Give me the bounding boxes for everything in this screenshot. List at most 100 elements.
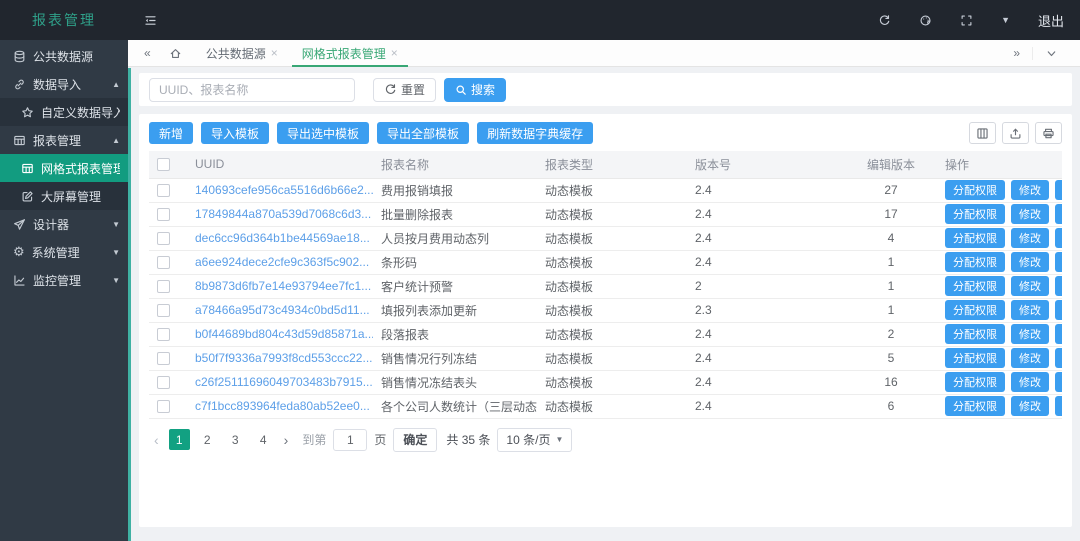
next-page-icon[interactable]: › [281,432,292,448]
edit-version-cell: 4 [845,226,937,250]
row-checkbox[interactable] [157,400,170,413]
print-icon-button[interactable] [1035,122,1062,144]
uuid-link[interactable]: 8b9873d6fb7e14e93794ee7fc1... [195,279,371,293]
uuid-link[interactable]: a78466a95d73c4934c0bd5d11... [195,303,370,317]
export-icon-button[interactable] [1002,122,1029,144]
sidebar-item-设计器[interactable]: 设计器▼ [0,210,128,238]
actions-cell: 分配权限修改删除 [937,370,1062,394]
row-checkbox[interactable] [157,280,170,293]
modify-button[interactable]: 修改 [1011,324,1049,344]
page-button-1[interactable]: 1 [169,429,190,450]
modify-button[interactable]: 修改 [1011,252,1049,272]
assign-permission-button[interactable]: 分配权限 [945,372,1005,392]
select-all-checkbox[interactable] [157,158,170,171]
close-icon[interactable]: × [391,46,398,60]
tab-bar: « 公共数据源×网格式报表管理× » [128,40,1080,67]
reset-button[interactable]: 重置 [373,78,436,102]
tabs-collapse-left-icon[interactable]: « [138,46,157,60]
sidebar-item-数据导入[interactable]: 数据导入▲ [0,70,128,98]
sidebar-item-自定义数据导入[interactable]: 自定义数据导入 [0,98,128,126]
search-input[interactable] [149,78,355,102]
sidebar-item-网格式报表管理[interactable]: 网格式报表管理 [0,154,128,182]
close-icon[interactable]: × [271,46,278,60]
row-checkbox[interactable] [157,328,170,341]
goto-page-input[interactable] [333,429,367,451]
modify-button[interactable]: 修改 [1011,396,1049,416]
sidebar-item-公共数据源[interactable]: 公共数据源 [0,42,128,70]
assign-permission-button[interactable]: 分配权限 [945,204,1005,224]
refresh-icon[interactable] [878,14,891,27]
modify-button[interactable]: 修改 [1011,372,1049,392]
row-checkbox[interactable] [157,256,170,269]
uuid-link[interactable]: c26f25111696049703483b7915... [195,375,373,389]
tabs-scroll-right-icon[interactable]: » [1001,46,1032,60]
table-row: b50f7f9336a7993f8cd553ccc22...销售情况行列冻结动态… [149,346,1062,370]
row-checkbox[interactable] [157,232,170,245]
modify-button[interactable]: 修改 [1011,300,1049,320]
delete-button[interactable]: 删除 [1055,300,1062,320]
export-selected-button[interactable]: 导出选中模板 [277,122,369,144]
uuid-link[interactable]: 17849844a870a539d7068c6d3... [195,207,371,221]
assign-permission-button[interactable]: 分配权限 [945,396,1005,416]
export-all-button[interactable]: 导出全部模板 [377,122,469,144]
modify-button[interactable]: 修改 [1011,348,1049,368]
fullscreen-icon[interactable] [960,14,973,27]
page-button-4[interactable]: 4 [253,429,274,450]
home-icon[interactable] [163,47,188,60]
modify-button[interactable]: 修改 [1011,204,1049,224]
row-checkbox[interactable] [157,184,170,197]
uuid-link[interactable]: b50f7f9336a7993f8cd553ccc22... [195,351,372,365]
tab-网格式报表管理[interactable]: 网格式报表管理× [290,40,410,67]
assign-permission-button[interactable]: 分配权限 [945,228,1005,248]
goto-confirm-button[interactable]: 确定 [393,428,437,452]
delete-button[interactable]: 删除 [1055,348,1062,368]
caret-down-icon[interactable]: ▼ [1001,15,1010,25]
columns-icon-button[interactable] [969,122,996,144]
tabs-menu-chevron-icon[interactable] [1032,47,1070,60]
import-template-button[interactable]: 导入模板 [201,122,269,144]
assign-permission-button[interactable]: 分配权限 [945,252,1005,272]
uuid-link[interactable]: 140693cefe956ca5516d6b66e2... [195,183,373,197]
row-checkbox[interactable] [157,352,170,365]
assign-permission-button[interactable]: 分配权限 [945,324,1005,344]
sidebar-item-监控管理[interactable]: 监控管理▼ [0,266,128,294]
row-checkbox[interactable] [157,304,170,317]
row-checkbox[interactable] [157,376,170,389]
uuid-link[interactable]: dec6cc96d364b1be44569ae18... [195,231,370,245]
modify-button[interactable]: 修改 [1011,228,1049,248]
delete-button[interactable]: 删除 [1055,252,1062,272]
assign-permission-button[interactable]: 分配权限 [945,348,1005,368]
sidebar-fold-icon[interactable] [144,14,157,27]
delete-button[interactable]: 删除 [1055,180,1062,200]
assign-permission-button[interactable]: 分配权限 [945,276,1005,296]
sidebar-item-系统管理[interactable]: ⚙系统管理▼ [0,238,128,266]
delete-button[interactable]: 删除 [1055,204,1062,224]
sidebar-item-大屏幕管理[interactable]: 大屏幕管理 [0,182,128,210]
delete-button[interactable]: 删除 [1055,276,1062,296]
delete-button[interactable]: 删除 [1055,372,1062,392]
modify-button[interactable]: 修改 [1011,180,1049,200]
page-button-3[interactable]: 3 [225,429,246,450]
page-size-select[interactable]: 10 条/页 ▼ [497,428,572,452]
row-checkbox[interactable] [157,208,170,221]
page-button-2[interactable]: 2 [197,429,218,450]
column-header-报表类型: 报表类型 [537,151,687,178]
theme-icon[interactable] [919,14,932,27]
refresh-dict-cache-button[interactable]: 刷新数据字典缓存 [477,122,593,144]
prev-page-icon[interactable]: ‹ [151,432,162,448]
sidebar-item-报表管理[interactable]: 报表管理▲ [0,126,128,154]
add-button[interactable]: 新增 [149,122,193,144]
report-type-cell: 动态模板 [537,346,687,370]
assign-permission-button[interactable]: 分配权限 [945,300,1005,320]
uuid-link[interactable]: b0f44689bd804c43d59d85871a... [195,327,373,341]
assign-permission-button[interactable]: 分配权限 [945,180,1005,200]
delete-button[interactable]: 删除 [1055,324,1062,344]
delete-button[interactable]: 删除 [1055,228,1062,248]
search-button[interactable]: 搜索 [444,78,506,102]
delete-button[interactable]: 删除 [1055,396,1062,416]
uuid-link[interactable]: c7f1bcc893964feda80ab52ee0... [195,399,370,413]
logout-button[interactable]: 退出 [1038,11,1064,30]
tab-公共数据源[interactable]: 公共数据源× [194,40,290,67]
uuid-link[interactable]: a6ee924dece2cfe9c363f5c902... [195,255,369,269]
modify-button[interactable]: 修改 [1011,276,1049,296]
